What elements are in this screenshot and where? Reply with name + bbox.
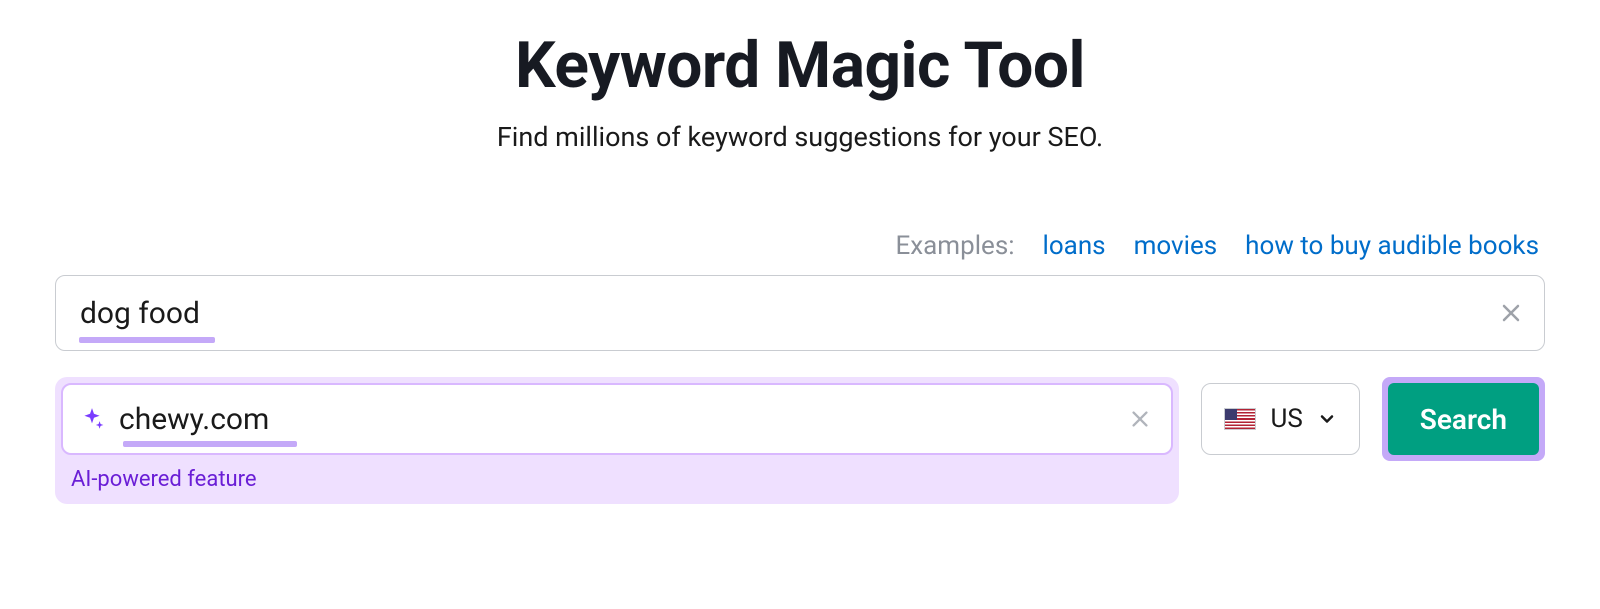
domain-input[interactable] — [119, 402, 1115, 437]
highlight-underline — [123, 441, 297, 447]
examples-label: Examples: — [895, 231, 1014, 261]
sparkle-icon — [79, 406, 105, 432]
clear-keyword-button[interactable] — [1499, 301, 1523, 325]
domain-block: AI-powered feature — [55, 377, 1179, 504]
example-link-movies[interactable]: movies — [1134, 231, 1218, 261]
ai-feature-label: AI-powered feature — [71, 467, 1173, 492]
clear-domain-button[interactable] — [1129, 408, 1151, 430]
examples-row: Examples: loans movies how to buy audibl… — [55, 231, 1545, 261]
country-select[interactable]: US — [1201, 383, 1359, 455]
chevron-down-icon — [1317, 409, 1337, 429]
second-row: AI-powered feature US Search — [55, 377, 1545, 504]
example-link-audible[interactable]: how to buy audible books — [1245, 231, 1539, 261]
search-button-highlight: Search — [1382, 377, 1545, 461]
domain-input-wrap — [61, 383, 1173, 455]
page-title: Keyword Magic Tool — [55, 28, 1545, 103]
close-icon — [1499, 301, 1523, 325]
keyword-input-wrap — [55, 275, 1545, 351]
highlight-underline — [79, 337, 215, 343]
close-icon — [1129, 408, 1151, 430]
search-button[interactable]: Search — [1388, 383, 1539, 455]
us-flag-icon — [1224, 408, 1256, 430]
keyword-input[interactable] — [55, 275, 1545, 351]
main-container: Keyword Magic Tool Find millions of keyw… — [55, 28, 1545, 504]
example-link-loans[interactable]: loans — [1043, 231, 1106, 261]
country-code: US — [1270, 404, 1302, 434]
page-subtitle: Find millions of keyword suggestions for… — [55, 121, 1545, 153]
